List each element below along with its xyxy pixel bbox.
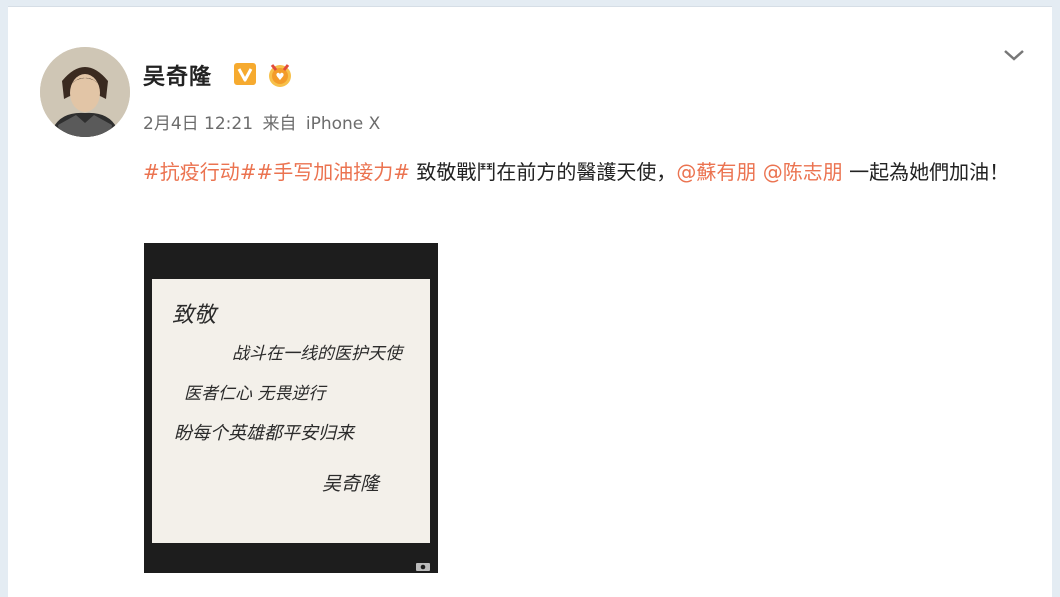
medal-icon[interactable]: ♥ <box>266 61 294 89</box>
chevron-down-icon[interactable] <box>1002 47 1026 63</box>
post-text-segment: 一起為她們加油！ <box>842 160 1010 184</box>
camera-icon <box>416 563 430 571</box>
post-image[interactable]: 致敬 战斗在一线的医护天使 医者仁心 无畏逆行 盼每个英雄都平安归来 吴奇隆 <box>144 243 438 573</box>
author-name[interactable]: 吴奇隆 <box>143 59 212 91</box>
hashtag-link[interactable]: #手写加油接力# <box>257 160 411 184</box>
note-line: 致敬 <box>172 303 217 328</box>
mention-link[interactable]: @蘇有朋 <box>676 160 756 184</box>
post-meta: 2月4日 12:21 来自 iPhone X <box>143 109 384 134</box>
post-source-device[interactable]: iPhone X <box>306 114 380 134</box>
post-text-segment: 致敬戰鬥在前方的醫護天使， <box>410 160 677 184</box>
post-timestamp[interactable]: 2月4日 12:21 <box>143 114 253 134</box>
handwritten-note: 致敬 战斗在一线的医护天使 医者仁心 无畏逆行 盼每个英雄都平安归来 吴奇隆 <box>152 279 430 543</box>
svg-text:♥: ♥ <box>276 72 285 83</box>
signature: 吴奇隆 <box>322 473 380 495</box>
mention-link[interactable]: @陈志朋 <box>763 160 843 184</box>
note-line: 战斗在一线的医护天使 <box>232 344 402 364</box>
note-line: 盼每个英雄都平安归来 <box>174 423 354 444</box>
post-source-prefix: 来自 <box>262 114 297 134</box>
verified-v-icon <box>234 63 256 85</box>
post-text: #抗疫行动##手写加油接力# 致敬戰鬥在前方的醫護天使，@蘇有朋 @陈志朋 一起… <box>143 149 1033 195</box>
avatar[interactable] <box>40 47 130 137</box>
hashtag-link[interactable]: #抗疫行动# <box>143 160 257 184</box>
weibo-post-card: 吴奇隆 ♥ 2月4日 12:21 来自 iPhone X #抗疫行动##手写加油… <box>8 6 1052 597</box>
note-line: 医者仁心 无畏逆行 <box>184 384 326 404</box>
